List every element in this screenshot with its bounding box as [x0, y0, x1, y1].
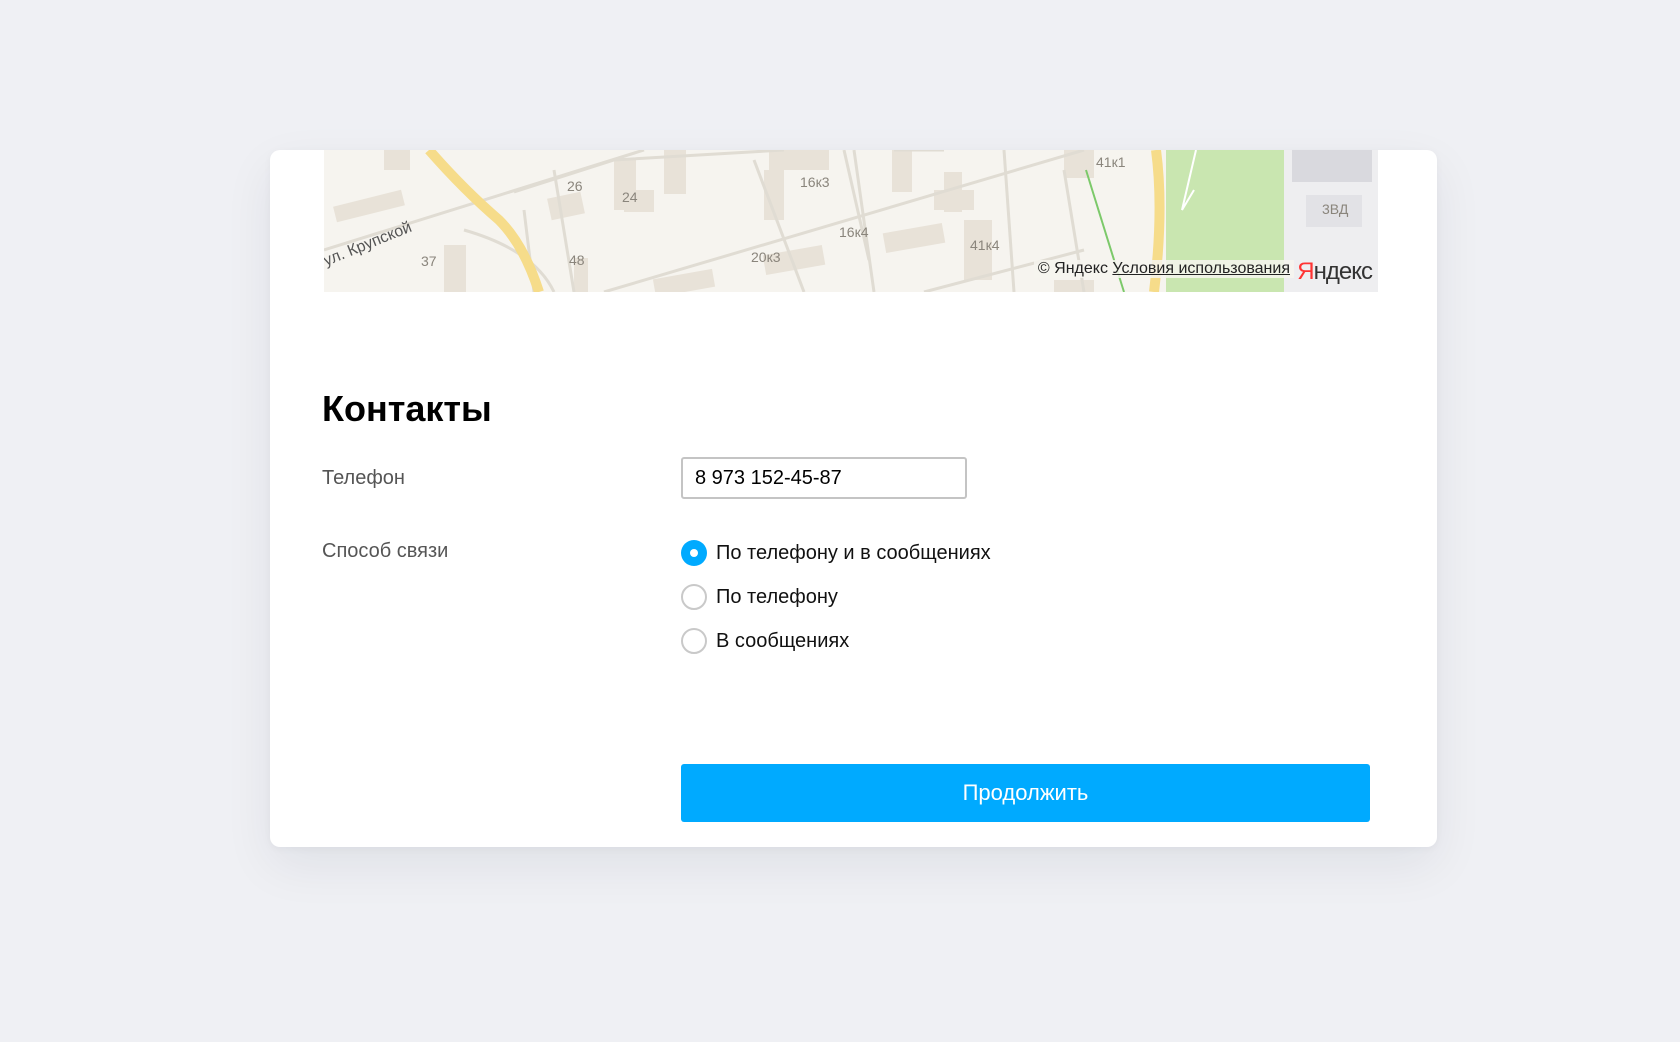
yandex-logo-rest: ндекс — [1313, 258, 1373, 285]
radio-label: По телефону — [716, 585, 838, 608]
map-house-number: 24 — [622, 189, 638, 205]
map-house-number: 16к3 — [800, 174, 830, 190]
map-copyright: © Яндекс — [1037, 260, 1108, 277]
map-house-number: 3ВД — [1322, 201, 1349, 217]
contact-method-option-messages[interactable]: В сообщениях — [681, 627, 991, 655]
radio-label: В сообщениях — [716, 629, 850, 652]
map-terms-link[interactable]: Условия использования — [1112, 260, 1290, 277]
phone-label: Телефон — [322, 467, 405, 489]
contact-method-label: Способ связи — [322, 540, 449, 562]
map-attribution: © Яндекс Условия использования — [1033, 260, 1294, 278]
map-house-number: 16к4 — [839, 224, 869, 240]
radio-label: По телефону и в сообщениях — [716, 541, 991, 564]
radio-unchecked[interactable] — [681, 628, 707, 654]
yandex-logo[interactable]: Яндекс — [1297, 258, 1373, 286]
map-house-number: 41к4 — [970, 237, 1000, 253]
continue-button[interactable]: Продолжить — [681, 764, 1370, 822]
phone-input[interactable] — [681, 457, 967, 499]
map-widget[interactable]: ул. Крупской 26 24 16к3 16к4 20к3 37 48 … — [324, 150, 1378, 292]
section-title: Контакты — [322, 388, 492, 429]
radio-unchecked[interactable] — [681, 584, 707, 610]
contact-method-option-phone[interactable]: По телефону — [681, 583, 991, 611]
contact-method-radio-group: По телефону и в сообщениях По телефону В… — [681, 539, 991, 671]
map-house-number: 48 — [569, 252, 585, 268]
map-house-number: 20к3 — [751, 249, 781, 265]
map-house-number: 41к1 — [1096, 154, 1126, 170]
contacts-card: ул. Крупской 26 24 16к3 16к4 20к3 37 48 … — [270, 150, 1437, 847]
map-house-number: 37 — [421, 253, 437, 269]
map-house-number: 26 — [567, 178, 583, 194]
contact-method-option-phone-and-messages[interactable]: По телефону и в сообщениях — [681, 539, 991, 567]
radio-checked[interactable] — [681, 540, 707, 566]
yandex-logo-first-letter: Я — [1297, 258, 1314, 285]
